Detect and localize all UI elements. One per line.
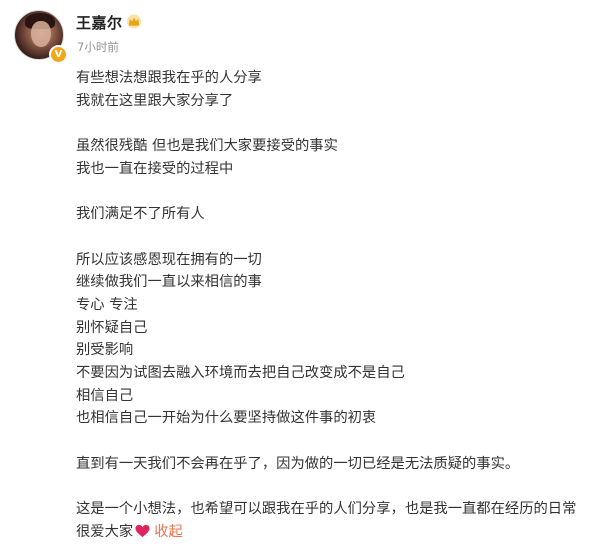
post-text-line: 别受影响 [76, 342, 134, 359]
post-text-line: 有些想法想跟我在乎的人分享 [76, 70, 262, 86]
post-text-line: 我也一直在接受的过程中 [76, 160, 234, 177]
post-text-line: 这是一个小想法，也希望可以跟我在乎的人们分享，也是我一直都在经历的日常 [76, 501, 577, 518]
post-text-line: 直到有一天我们不会再在乎了，因为做的一切已经是无法质疑的事实。 [76, 455, 520, 472]
post-text-line: 别怀疑自己 [76, 319, 148, 336]
post-text-line: 不要因为试图去融入环境而去把自己改变成不是自己 [76, 364, 405, 381]
avatar-face [31, 21, 51, 47]
heart-icon [135, 524, 150, 537]
post-text-line: 相信自己 [76, 387, 134, 404]
author-name[interactable]: 王嘉尔 [76, 12, 123, 33]
closing-text: 很爱大家 [76, 523, 134, 540]
post-time[interactable]: 7小时前 [77, 39, 119, 55]
post-text-line: 也相信自己一开始为什么要坚持做这件事的初衷 [76, 410, 377, 427]
weibo-post: V 王嘉尔 7小时前 有些想法想跟我在乎的人分享 我就在这里跟大家分享了虽然很残酷… [0, 0, 613, 551]
post-text-line: 我就在这里跟大家分享了 [76, 92, 234, 109]
post-text-line: 我们满足不了所有人 [76, 206, 205, 223]
crown-icon [127, 14, 141, 29]
collapse-link[interactable]: 收起 [154, 524, 183, 540]
post-text-line: 继续做我们一直以来相信的事 [76, 274, 262, 291]
post-closing-line: 很爱大家 收起 [76, 521, 601, 544]
post-text-line: 专心 专注 [76, 296, 138, 313]
post-text-line: 虽然很残酷 但也是我们大家要接受的事实 [76, 138, 338, 155]
post-text-line: 所以应该感恩现在拥有的一切 [76, 251, 262, 268]
post-content: 有些想法想跟我在乎的人分享 我就在这里跟大家分享了虽然很残酷 但也是我们大家要接受… [76, 67, 601, 543]
verified-badge-icon: V [49, 45, 68, 64]
